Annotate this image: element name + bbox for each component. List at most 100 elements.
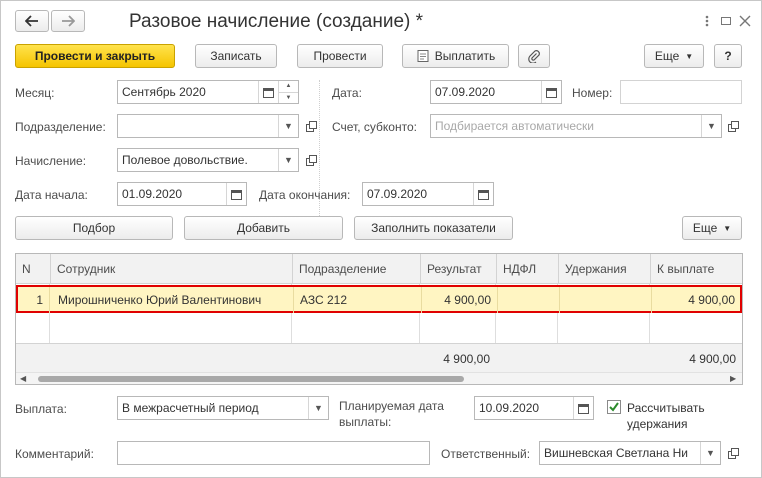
calc-deductions-label: Рассчитывать удержания [627, 400, 705, 432]
more-window-button[interactable] [701, 13, 713, 29]
number-label: Номер: [572, 86, 613, 100]
post-button[interactable]: Провести [297, 44, 383, 68]
scroll-left-icon[interactable]: ◀ [20, 374, 26, 383]
accrual-dropdown-button[interactable]: ▼ [278, 149, 298, 171]
end-date-calendar-button[interactable] [473, 183, 493, 205]
calc-deductions-label-line2: удержания [627, 417, 688, 431]
month-calendar-button[interactable] [258, 81, 278, 103]
column-header-result[interactable]: Результат [420, 254, 496, 284]
help-button[interactable]: ? [714, 44, 742, 68]
scrollbar-thumb[interactable] [38, 376, 464, 382]
division-open-button[interactable] [301, 114, 321, 138]
dropdown-arrow-icon: ▼ [284, 155, 293, 165]
row-result: 4 900,00 [422, 287, 498, 313]
month-label: Месяц: [15, 86, 55, 100]
responsible-value: Вишневская Светлана Ни [544, 446, 688, 460]
division-field[interactable]: ▼ [117, 114, 299, 138]
calendar-icon [263, 87, 274, 98]
add-button[interactable]: Добавить [184, 216, 343, 240]
table-row[interactable]: 1 Мирошниченко Юрий Валентинович АЗС 212… [16, 285, 742, 313]
calendar-icon [231, 189, 242, 200]
post-and-close-button[interactable]: Провести и закрыть [15, 44, 175, 68]
toolbar-more-label: Еще [654, 49, 680, 63]
start-date-value: 01.09.2020 [122, 187, 183, 201]
table-footer: 4 900,00 4 900,00 [16, 343, 742, 372]
row-division: АЗС 212 [294, 287, 422, 313]
account-open-button[interactable] [723, 114, 743, 138]
pay-button-label: Выплатить [434, 49, 496, 63]
horizontal-scrollbar[interactable]: ◀ ▶ [16, 372, 742, 384]
planned-date-label-line2: выплаты: [339, 415, 392, 429]
start-date-field[interactable]: 01.09.2020 [117, 182, 247, 206]
open-form-icon [727, 447, 739, 459]
dropdown-arrow-icon: ▼ [685, 51, 694, 61]
total-result: 4 900,00 [443, 352, 490, 366]
accruals-table[interactable]: N Сотрудник Подразделение Результат НДФЛ… [15, 253, 743, 385]
planned-date-label-line1: Планируемая дата [339, 399, 444, 413]
end-date-field[interactable]: 07.09.2020 [362, 182, 494, 206]
open-form-icon [727, 120, 739, 132]
responsible-dropdown-button[interactable]: ▼ [700, 442, 720, 464]
select-button[interactable]: Подбор [15, 216, 173, 240]
accrual-open-button[interactable] [301, 148, 321, 172]
payment-dropdown-button[interactable]: ▼ [308, 397, 328, 419]
responsible-field[interactable]: Вишневская Светлана Ни ▼ [539, 441, 721, 465]
start-date-calendar-button[interactable] [226, 183, 246, 205]
column-header-ndfl[interactable]: НДФЛ [496, 254, 558, 284]
planned-date-calendar-button[interactable] [573, 397, 593, 419]
maximize-button[interactable] [719, 13, 733, 29]
stepper-down-icon[interactable]: ▼ [279, 91, 298, 104]
planned-date-field[interactable]: 10.09.2020 [474, 396, 594, 420]
dropdown-arrow-icon: ▼ [707, 121, 716, 131]
calendar-icon [478, 189, 489, 200]
column-header-deductions[interactable]: Удержания [558, 254, 650, 284]
forward-button[interactable] [51, 10, 85, 32]
stepper-up-icon[interactable]: ▲ [279, 81, 298, 92]
pay-button[interactable]: Выплатить [402, 44, 509, 68]
close-icon [739, 15, 751, 27]
calc-deductions-checkbox[interactable] [607, 400, 621, 414]
month-stepper[interactable]: ▲ ▼ [278, 81, 298, 103]
end-date-value: 07.09.2020 [367, 187, 428, 201]
date-calendar-button[interactable] [541, 81, 561, 103]
payment-label: Выплата: [15, 402, 67, 416]
arrow-left-icon [25, 15, 38, 27]
date-field[interactable]: 07.09.2020 [430, 80, 562, 104]
dots-vertical-icon [705, 15, 709, 27]
fill-indicators-button[interactable]: Заполнить показатели [354, 216, 513, 240]
close-window-button[interactable] [737, 13, 753, 29]
payment-field[interactable]: В межрасчетный период ▼ [117, 396, 329, 420]
maximize-icon [721, 17, 731, 25]
row-to-pay: 4 900,00 [688, 293, 735, 307]
accrual-label: Начисление: [15, 154, 87, 168]
account-placeholder: Подбирается автоматически [435, 119, 594, 133]
scroll-right-icon[interactable]: ▶ [730, 374, 736, 383]
column-header-division[interactable]: Подразделение [292, 254, 420, 284]
table-more-button[interactable]: Еще ▼ [682, 216, 742, 240]
back-button[interactable] [15, 10, 49, 32]
column-header-employee[interactable]: Сотрудник [50, 254, 292, 284]
paperclip-icon [528, 50, 540, 63]
responsible-open-button[interactable] [723, 441, 743, 465]
save-button[interactable]: Записать [195, 44, 277, 68]
account-dropdown-button[interactable]: ▼ [701, 115, 721, 137]
column-header-to-pay[interactable]: К выплате [650, 254, 742, 284]
attach-button[interactable] [518, 44, 550, 68]
accrual-field[interactable]: Полевое довольствие. ▼ [117, 148, 299, 172]
end-date-label: Дата окончания: [259, 188, 351, 202]
month-field[interactable]: Сентябрь 2020 ▲ ▼ [117, 80, 299, 104]
number-field[interactable] [620, 80, 742, 104]
checkmark-icon [609, 402, 619, 412]
comment-field[interactable] [117, 441, 430, 465]
planned-date-value: 10.09.2020 [479, 401, 540, 415]
division-dropdown-button[interactable]: ▼ [278, 115, 298, 137]
account-field[interactable]: Подбирается автоматически ▼ [430, 114, 722, 138]
toolbar-more-button[interactable]: Еще ▼ [644, 44, 704, 68]
dropdown-arrow-icon: ▼ [284, 121, 293, 131]
pay-document-icon [417, 50, 429, 62]
row-ndfl [498, 287, 560, 313]
column-header-n[interactable]: N [16, 254, 50, 284]
date-value: 07.09.2020 [435, 85, 496, 99]
row-employee: Мирошниченко Юрий Валентинович [52, 287, 294, 313]
document-window: Разовое начисление (создание) * Провести… [0, 0, 762, 478]
